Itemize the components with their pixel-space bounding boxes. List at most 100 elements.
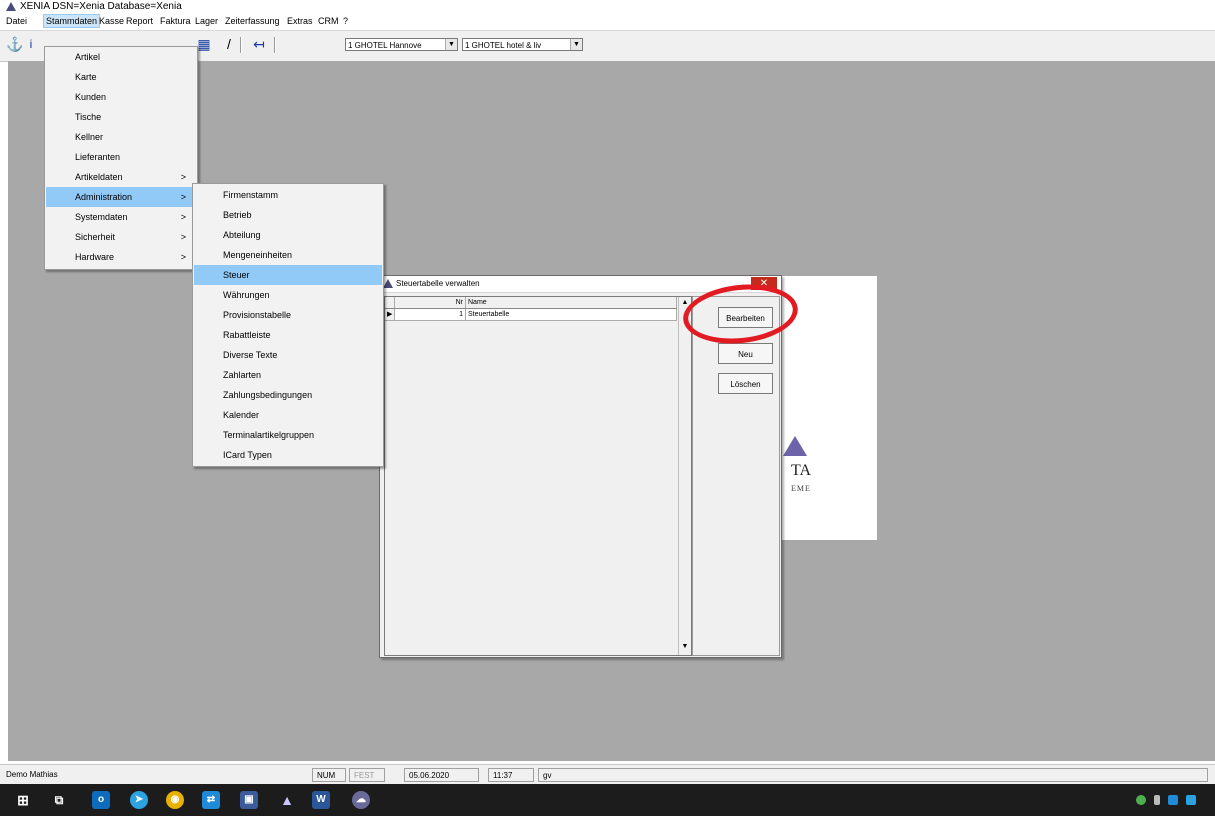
xenia-taskbar-icon[interactable]: ▲: [278, 791, 296, 809]
menu-report[interactable]: Report: [124, 15, 155, 27]
column-header-name[interactable]: Name: [466, 297, 677, 308]
teamviewer-icon[interactable]: ⇄: [202, 791, 220, 809]
anchor-icon[interactable]: ⚓: [6, 37, 23, 51]
app-icon[interactable]: ▣: [240, 791, 258, 809]
menu-zeiterfassung[interactable]: Zeiterfassung: [223, 15, 282, 27]
menu-item-label: Lieferanten: [75, 152, 121, 162]
status-bar: Demo Mathias NUM FEST 05.06.2020 11:37 g…: [0, 764, 1215, 785]
status-fest: FEST: [349, 768, 385, 782]
menu-item-systemdaten[interactable]: Systemdaten >: [46, 207, 196, 227]
xenia-app-icon: [6, 2, 16, 11]
menu-stammdaten[interactable]: Stammdaten: [43, 14, 101, 28]
menu-item-artikel[interactable]: Artikel: [46, 47, 196, 67]
menu-datei[interactable]: Datei: [4, 15, 29, 27]
menu-item-label: Tische: [75, 112, 102, 122]
hotel-combo[interactable]: 1 GHOTEL Hannove ▼: [345, 38, 458, 51]
menu-kasse[interactable]: Kasse: [97, 15, 126, 27]
menu-item-lieferanten[interactable]: Lieferanten: [46, 147, 196, 167]
cloud-app-icon[interactable]: ☁: [352, 791, 370, 809]
toolbar-separator: [274, 37, 276, 53]
chevron-down-icon[interactable]: ▼: [570, 39, 582, 50]
logo-subtext: EME: [791, 484, 811, 493]
menu-item-mengeneinheiten[interactable]: Mengeneinheiten: [194, 245, 382, 265]
cell-name[interactable]: Steuertabelle: [466, 309, 677, 320]
submenu-arrow-icon: >: [180, 252, 186, 262]
task-view-icon[interactable]: ⧉: [50, 791, 68, 809]
menu-item-abteilung[interactable]: Abteilung: [194, 225, 382, 245]
scroll-down-icon[interactable]: ▼: [679, 641, 691, 653]
menu-item-provisionstabelle[interactable]: Provisionstabelle: [194, 305, 382, 325]
status-num: NUM: [312, 768, 346, 782]
menu-item-terminalartikelgruppen[interactable]: Terminalartikelgruppen: [194, 425, 382, 445]
menu-item-rabattleiste[interactable]: Rabattleiste: [194, 325, 382, 345]
menu-item-label: Administration: [75, 192, 133, 202]
menu-item-sicherheit[interactable]: Sicherheit >: [46, 227, 196, 247]
submenu-arrow-icon: >: [180, 172, 186, 182]
menu-item-label: Systemdaten: [75, 212, 128, 222]
menu-item-kunden[interactable]: Kunden: [46, 87, 196, 107]
menu-item-firmenstamm[interactable]: Firmenstamm: [194, 185, 382, 205]
calendar-icon[interactable]: ▦: [197, 37, 211, 51]
grid-row-selector-header: [385, 297, 395, 308]
taskbar: ⊞ ⧉ o ➤ ◉ ⇄ ▣ ▲ W ☁: [0, 784, 1215, 816]
cell-nr[interactable]: 1: [395, 309, 466, 320]
menu-item-artikeldaten[interactable]: Artikeldaten >: [46, 167, 196, 187]
grid-scrollbar[interactable]: ▲ ▼: [678, 297, 691, 655]
steuer-grid: Nr Name ▶ 1 Steuertabelle ▲ ▼: [384, 296, 692, 656]
chevron-down-icon[interactable]: ▼: [445, 39, 457, 50]
menu-item-waehrungen[interactable]: Währungen: [194, 285, 382, 305]
window-title: XENIA DSN=Xenia Database=Xenia: [20, 1, 182, 12]
menu-item-kalender[interactable]: Kalender: [194, 405, 382, 425]
menu-bar: Datei Stammdaten Kasse Report Faktura La…: [0, 14, 1215, 29]
tray-app-icon[interactable]: [1186, 795, 1196, 805]
submenu-arrow-icon: >: [180, 192, 186, 202]
status-date: 05.06.2020: [404, 768, 479, 782]
menu-item-hardware[interactable]: Hardware >: [46, 247, 196, 267]
hotel-site-combo-value: 1 GHOTEL hotel & liv: [465, 41, 542, 50]
menu-lager[interactable]: Lager: [193, 15, 220, 27]
windows-start-icon[interactable]: ⊞: [14, 791, 32, 809]
menu-item-betrieb[interactable]: Betrieb: [194, 205, 382, 225]
hotel-combo-value: 1 GHOTEL Hannove: [348, 41, 422, 50]
menu-help[interactable]: ?: [341, 15, 350, 27]
menu-item-diverse-texte[interactable]: Diverse Texte: [194, 345, 382, 365]
arrow-left-icon[interactable]: ↤: [252, 37, 266, 51]
column-header-nr[interactable]: Nr: [395, 297, 466, 308]
tray-outlook-icon[interactable]: [1168, 795, 1178, 805]
chrome-icon[interactable]: ◉: [166, 791, 184, 809]
stammdaten-menu: Artikel Karte Kunden Tische Kellner Lief…: [44, 46, 198, 270]
hotel-site-combo[interactable]: 1 GHOTEL hotel & liv ▼: [462, 38, 583, 51]
menu-item-tische[interactable]: Tische: [46, 107, 196, 127]
toolbar-separator: [240, 37, 242, 53]
status-user: Demo Mathias: [6, 770, 58, 779]
title-bar: XENIA DSN=Xenia Database=Xenia: [0, 0, 1215, 14]
menu-item-karte[interactable]: Karte: [46, 67, 196, 87]
tray-status-icon[interactable]: [1136, 795, 1146, 805]
new-button[interactable]: Neu: [718, 343, 773, 364]
word-icon[interactable]: W: [312, 791, 330, 809]
menu-faktura[interactable]: Faktura: [158, 15, 193, 27]
outlook-icon[interactable]: o: [92, 791, 110, 809]
menu-item-steuer[interactable]: Steuer: [194, 265, 382, 285]
info-icon[interactable]: i: [24, 37, 38, 51]
table-row[interactable]: ▶ 1 Steuertabelle: [385, 309, 677, 321]
telegram-icon[interactable]: ➤: [130, 791, 148, 809]
pencil-icon[interactable]: /: [222, 37, 236, 51]
delete-button[interactable]: Löschen: [718, 373, 773, 394]
menu-item-zahlarten[interactable]: Zahlarten: [194, 365, 382, 385]
menu-item-kellner[interactable]: Kellner: [46, 127, 196, 147]
status-extra: gv: [538, 768, 1208, 782]
row-marker-icon: ▶: [385, 309, 395, 320]
submenu-arrow-icon: >: [180, 232, 186, 242]
dialog-button-pane: Bearbeiten Neu Löschen: [692, 296, 780, 656]
menu-crm[interactable]: CRM: [316, 15, 341, 27]
menu-item-label: Kunden: [75, 92, 107, 102]
menu-item-zahlungsbedingungen[interactable]: Zahlungsbedingungen: [194, 385, 382, 405]
menu-item-label: Artikeldaten: [75, 172, 123, 182]
menu-item-administration[interactable]: Administration >: [46, 187, 196, 207]
menu-item-icard-typen[interactable]: ICard Typen: [194, 445, 382, 465]
menu-extras[interactable]: Extras: [285, 15, 315, 27]
dialog-title: Steuertabelle verwalten: [396, 279, 480, 288]
logo-text: TA: [791, 462, 812, 479]
tray-usb-icon[interactable]: [1154, 795, 1160, 805]
